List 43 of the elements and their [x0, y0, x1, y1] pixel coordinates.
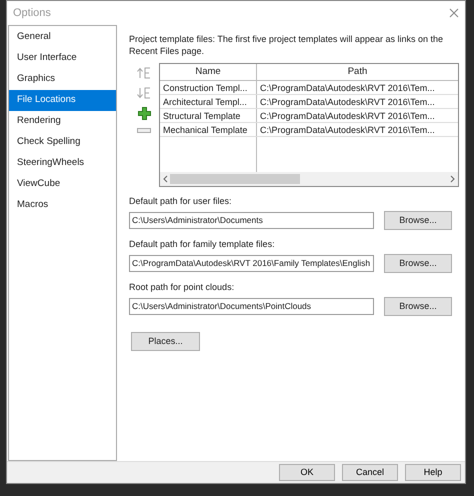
table-cell-text: C:\ProgramData\Autodesk\RVT 2016\Tem... [259, 82, 436, 94]
sidebar-item[interactable]: Rendering [9, 111, 116, 132]
column-header: Path [346, 64, 368, 79]
description-text: Project template files: The first five project templates will appear as links on the Recent Files page. [129, 33, 444, 57]
scroll-thumb[interactable] [170, 174, 300, 184]
move-down-icon[interactable] [137, 87, 151, 99]
field-label: Default path for user files: [129, 195, 233, 208]
field-label: Default path for family template files: [129, 238, 276, 251]
dialog-button[interactable]: Help [405, 464, 461, 481]
path-field[interactable]: C:\ProgramData\Autodesk\RVT 2016\Family Templates\English [129, 255, 374, 272]
table-cell: Structural Template [160, 109, 257, 122]
path-field[interactable]: C:\Users\Administrator\Documents\PointClouds [129, 298, 374, 315]
table-cell: Construction Templ... [160, 81, 257, 94]
column-header: Name [160, 64, 257, 80]
dialog-button[interactable]: Cancel [342, 464, 398, 481]
horizontal-scrollbar[interactable] [160, 172, 458, 186]
browse-button[interactable]: Browse... [384, 297, 452, 316]
table-cell: Mechanical Template [160, 123, 257, 136]
sidebar-item[interactable]: Graphics [9, 69, 116, 90]
move-up-icon[interactable] [137, 67, 151, 79]
browse-button[interactable]: Browse... [384, 254, 452, 273]
sidebar-item[interactable]: Macros [9, 195, 116, 216]
table-cell: Architectural Templ... [160, 95, 257, 108]
scroll-right-icon[interactable] [450, 175, 455, 183]
places-button[interactable]: Places... [131, 332, 200, 351]
dialog-button[interactable]: OK [279, 464, 335, 481]
table-cell-text: C:\ProgramData\Autodesk\RVT 2016\Tem... [259, 110, 436, 122]
sidebar-item[interactable]: General [9, 27, 116, 48]
sidebar-item[interactable]: File Locations [9, 90, 116, 111]
add-icon[interactable] [138, 107, 150, 120]
sidebar-item[interactable]: User Interface [9, 48, 116, 69]
sidebar-item[interactable]: SteeringWheels [9, 153, 116, 174]
browse-button[interactable]: Browse... [384, 211, 452, 230]
sidebar-item[interactable]: Check Spelling [9, 132, 116, 153]
sidebar-item[interactable]: ViewCube [9, 174, 116, 195]
remove-icon[interactable] [137, 128, 151, 133]
close-icon[interactable] [449, 8, 459, 18]
table-cell-text: C:\ProgramData\Autodesk\RVT 2016\Tem... [259, 124, 436, 136]
scroll-left-icon[interactable] [163, 175, 168, 183]
window-title: Options [13, 6, 51, 21]
path-field[interactable]: C:\Users\Administrator\Documents [129, 212, 374, 229]
field-label: Root path for point clouds: [129, 281, 236, 294]
table-cell-text: C:\ProgramData\Autodesk\RVT 2016\Tem... [259, 96, 436, 108]
